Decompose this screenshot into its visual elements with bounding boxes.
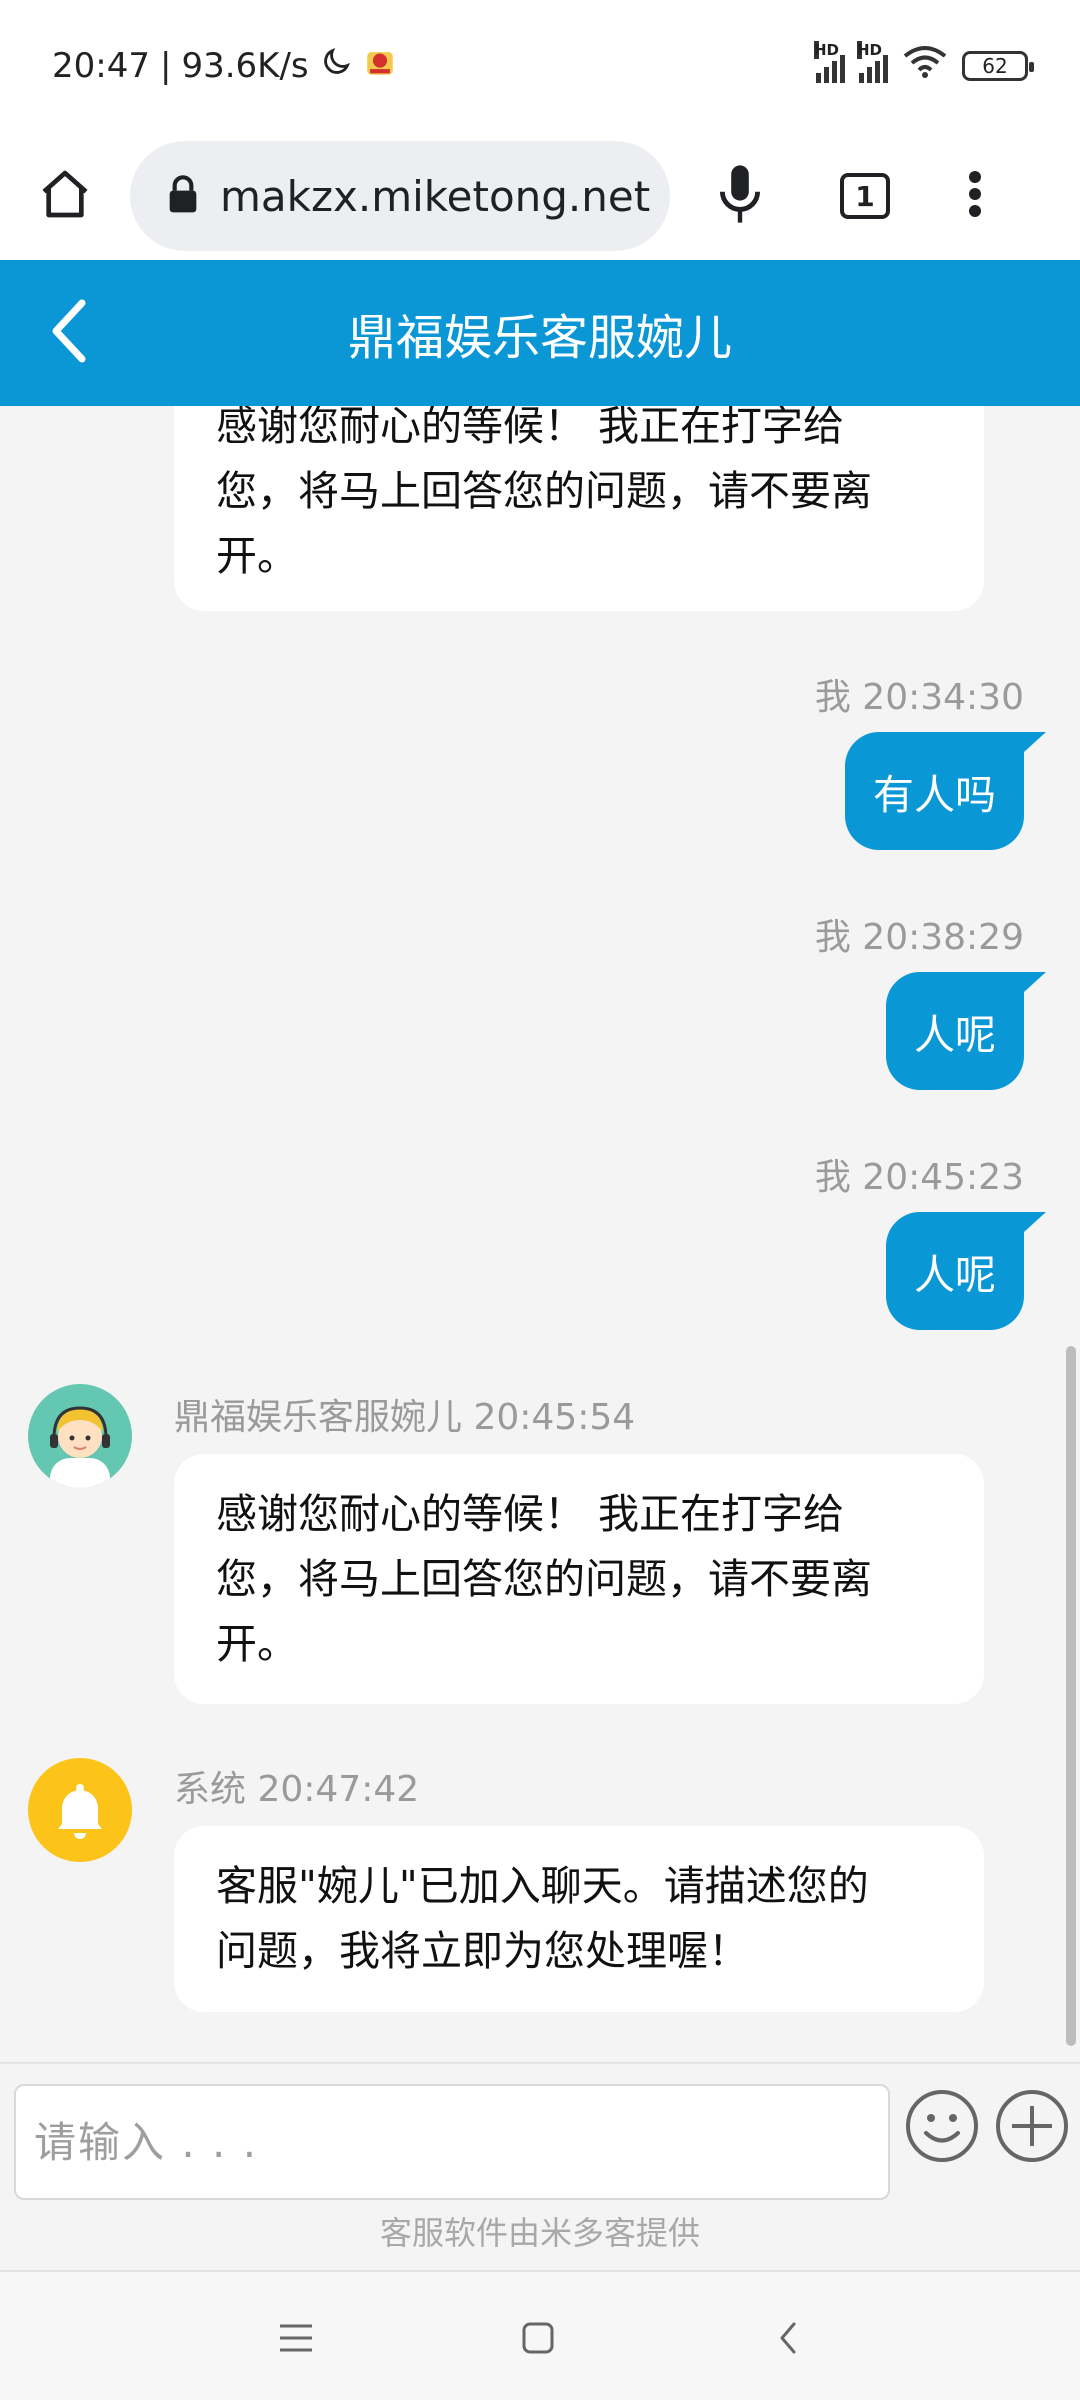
system-message: 客服"婉儿"已加入聊天。请描述您的 问题，我将立即为您处理喔！ (174, 1826, 984, 2012)
status-bar: 20:47 | 93.6K/s HD HD 62 (0, 0, 1080, 132)
plus-button[interactable] (994, 2088, 1070, 2164)
voice-search-button[interactable] (670, 163, 810, 229)
message-text-line: 感谢您耐心的等候！ 我正在打字给 (216, 406, 845, 450)
mic-icon (718, 163, 762, 229)
status-separator: | (159, 46, 172, 86)
message-text-line: 开。 (216, 532, 298, 580)
square-icon (522, 2322, 554, 2354)
more-vertical-icon (968, 170, 982, 222)
more-menu-button[interactable] (920, 170, 1030, 222)
app-notification-icon (363, 45, 397, 88)
tab-count: 1 (855, 179, 875, 213)
scrollbar[interactable] (1066, 1346, 1076, 2046)
address-bar[interactable]: makzx.miketong.net (130, 141, 670, 251)
home-nav-button[interactable] (508, 2310, 568, 2366)
message-meta: 我 20:45:23 (814, 1157, 1024, 1198)
chat-header: 鼎福娱乐客服婉儿 (0, 260, 1080, 406)
status-time: 20:47 (52, 46, 150, 86)
agent-message: 感谢您耐心的等候！ 我正在打字给 您，将马上回答您的问题，请不要离 开。 (174, 406, 984, 611)
url-text: makzx.miketong.net (220, 171, 651, 221)
powered-by-text: 客服软件由米多客提供 (379, 2214, 700, 2252)
message-meta: 我 20:38:29 (814, 917, 1024, 958)
tabs-icon: 1 (840, 173, 890, 219)
message-text-line: 您，将马上回答您的问题，请不要离 (216, 467, 872, 515)
message-text-line: 您，将马上回答您的问题，请不要离 (216, 1555, 872, 1603)
plus-circle-icon (996, 2090, 1068, 2162)
message-meta: 鼎福娱乐客服婉儿 20:45:54 (174, 1397, 636, 1438)
user-message: 人呢 (886, 972, 1046, 1090)
browser-toolbar: makzx.miketong.net 1 (0, 132, 1080, 260)
user-message: 人呢 (886, 1212, 1046, 1330)
message-list[interactable]: 感谢您耐心的等候！ 我正在打字给 您，将马上回答您的问题，请不要离 开。 我 2… (0, 406, 1080, 2062)
emoji-button[interactable] (904, 2088, 980, 2164)
system-nav-bar (0, 2270, 1080, 2400)
message-text-line: 问题，我将立即为您处理喔！ (216, 1927, 749, 1975)
emoji-icon (906, 2090, 978, 2162)
battery-level: 62 (982, 54, 1008, 78)
agent-avatar[interactable] (28, 1384, 132, 1488)
lock-icon (166, 174, 200, 218)
agent-message: 感谢您耐心的等候！ 我正在打字给 您，将马上回答您的问题，请不要离 开。 (174, 1454, 984, 1704)
user-message: 有人吗 (845, 732, 1046, 850)
message-text-line: 开。 (216, 1620, 298, 1668)
tabs-button[interactable]: 1 (810, 173, 920, 219)
wifi-icon (902, 44, 948, 89)
home-button[interactable] (0, 132, 130, 260)
chat-title: 鼎福娱乐客服婉儿 (347, 310, 732, 366)
back-nav-button[interactable] (758, 2310, 818, 2366)
message-meta: 系统 20:47:42 (174, 1769, 420, 1810)
back-button[interactable] (30, 293, 110, 373)
menu-icon (280, 2324, 312, 2352)
message-text-line: 感谢您耐心的等候！ 我正在打字给 (216, 1490, 845, 1538)
chevron-left-icon (780, 2322, 796, 2354)
moon-icon (319, 45, 353, 88)
status-net-speed: 93.6K/s (181, 46, 309, 86)
battery-icon: 62 (962, 51, 1034, 81)
bell-icon (58, 1784, 102, 1839)
signal-2-icon: HD (857, 41, 888, 83)
recents-button[interactable] (266, 2310, 326, 2366)
chevron-left-icon (50, 299, 90, 367)
system-avatar (28, 1758, 132, 1862)
message-text-line: 客服"婉儿"已加入聊天。请描述您的 (216, 1862, 869, 1910)
home-icon (37, 166, 93, 226)
input-area: 客服软件由米多客提供 (0, 2062, 1080, 2270)
message-input[interactable] (14, 2084, 890, 2200)
message-meta: 我 20:34:30 (814, 677, 1024, 718)
signal-1-icon: HD (814, 41, 845, 83)
